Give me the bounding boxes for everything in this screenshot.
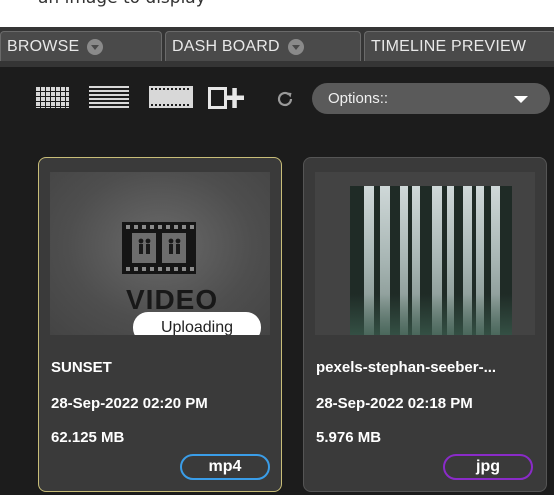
tab-dashboard-label: DASH BOARD xyxy=(172,37,280,55)
chevron-down-icon[interactable] xyxy=(287,38,304,55)
top-strip: an image to display xyxy=(0,0,554,27)
chevron-down-icon xyxy=(514,96,528,103)
media-card-sunset[interactable]: VIDEO Uploading SUNSET 28-Sep-2022 02:20… xyxy=(38,157,282,492)
media-size: 62.125 MB xyxy=(51,429,125,446)
media-name: SUNSET xyxy=(51,359,112,376)
options-select[interactable]: Options:: xyxy=(312,83,550,114)
list-view-icon[interactable] xyxy=(89,86,129,108)
uploading-badge: Uploading xyxy=(133,312,261,335)
media-name: pexels-stephan-seeber-... xyxy=(316,359,497,376)
tab-browse[interactable]: BROWSE xyxy=(0,31,162,61)
options-select-value: Options:: xyxy=(328,90,389,107)
grid-view-icon[interactable] xyxy=(35,86,69,108)
film-reel-icon xyxy=(122,222,196,274)
refresh-icon[interactable] xyxy=(275,89,295,109)
toolbar: Options:: xyxy=(0,67,554,135)
media-date: 28-Sep-2022 02:20 PM xyxy=(51,395,208,412)
tab-browse-label: BROWSE xyxy=(7,37,80,55)
file-type-badge: jpg xyxy=(443,454,533,480)
tab-timeline-preview-label: TIMELINE PREVIEW xyxy=(371,37,527,55)
header-caption: an image to display xyxy=(38,0,206,8)
add-item-icon[interactable] xyxy=(208,85,246,111)
chevron-down-icon[interactable] xyxy=(87,38,104,55)
media-date: 28-Sep-2022 02:18 PM xyxy=(316,395,473,412)
tab-bar: BROWSE DASH BOARD TIMELINE PREVIEW xyxy=(0,27,554,67)
forest-photo xyxy=(350,186,512,335)
video-thumbnail: VIDEO Uploading xyxy=(50,172,270,335)
tab-dashboard[interactable]: DASH BOARD xyxy=(165,31,361,61)
file-type-badge: mp4 xyxy=(180,454,270,480)
image-thumbnail xyxy=(315,172,535,335)
tab-timeline-preview[interactable]: TIMELINE PREVIEW xyxy=(364,31,554,61)
filmstrip-view-icon[interactable] xyxy=(149,86,193,108)
media-size: 5.976 MB xyxy=(316,429,382,446)
media-card-pexels[interactable]: pexels-stephan-seeber-... 28-Sep-2022 02… xyxy=(303,157,547,492)
